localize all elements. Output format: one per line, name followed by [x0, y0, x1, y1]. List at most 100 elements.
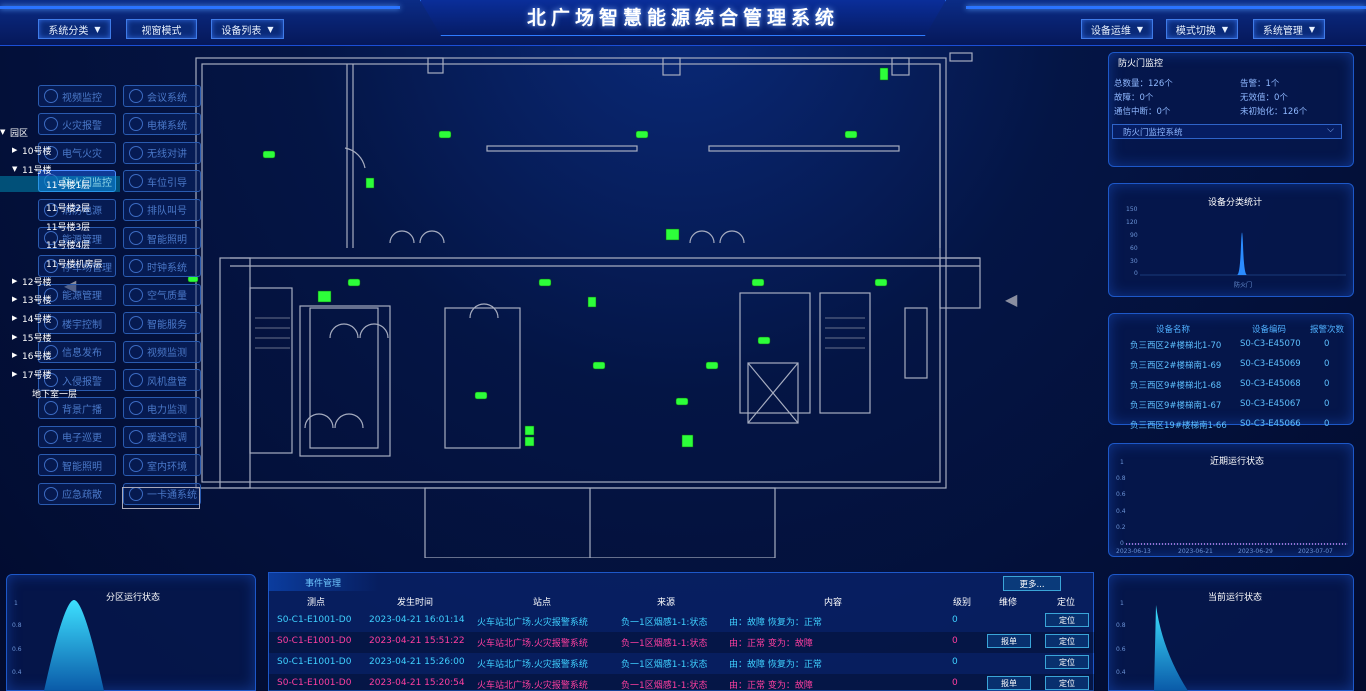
chevron-down-icon: ▼ — [267, 24, 274, 34]
tree-node[interactable]: ▶ 17号楼 — [0, 366, 51, 382]
expand-arrow-icon[interactable]: ▼ — [12, 165, 22, 173]
tree-node[interactable]: 11号楼机房层 — [0, 255, 102, 271]
view-mode-button[interactable]: 视窗模式 — [126, 19, 197, 39]
menu-item[interactable]: 应急疏散 — [38, 482, 116, 505]
tree-node[interactable]: 11号楼3层 — [0, 218, 90, 234]
col-content: 内容 — [824, 598, 843, 608]
tree-node[interactable]: 11号楼2层 — [0, 199, 90, 215]
event-row[interactable]: S0-C1-E1001-D0 2023-04-21 15:51:22 火车站北广场.… — [269, 632, 1095, 653]
collapse-arrow-icon[interactable]: ▶ — [12, 333, 22, 341]
menu-item-label: 能源管理 — [62, 291, 102, 303]
collapse-arrow-icon[interactable]: ▶ — [12, 314, 22, 322]
menu-item[interactable]: 时钟系统 — [123, 255, 201, 278]
event-point: S0-C1-E1001-D0 — [277, 615, 352, 625]
event-row[interactable]: S0-C1-E1001-D0 2023-04-21 15:20:54 火车站北广场.… — [269, 674, 1095, 691]
event-site: 火车站北广场.火灾报警系统 — [477, 681, 588, 691]
more-button[interactable]: 更多... — [1003, 576, 1061, 591]
menu-item-icon — [44, 429, 58, 444]
collapse-arrow-icon[interactable]: ▶ — [12, 277, 22, 285]
tree-node[interactable]: 11号楼1层 — [0, 176, 120, 192]
locate-button[interactable]: 定位 — [1045, 655, 1089, 669]
floor-plan[interactable] — [120, 48, 990, 559]
device-list-label: 设备列表 — [221, 25, 262, 37]
tree-node[interactable]: ▶ 15号楼 — [0, 329, 51, 345]
menu-item-label: 智能照明 — [147, 234, 187, 246]
recent-ytick: 0.8 — [1116, 475, 1126, 482]
device-table-cell: 0 — [1324, 419, 1330, 429]
menu-item[interactable]: 电力监测 — [123, 397, 201, 420]
system-admin-dropdown[interactable]: 系统管理 ▼ — [1253, 19, 1325, 39]
tree-node[interactable]: ▶ 12号楼 — [0, 273, 51, 289]
device-table-cell: S0-C3-E45068 — [1240, 379, 1301, 389]
system-category-dropdown[interactable]: 系统分类 ▼ — [38, 19, 111, 39]
col-site: 站点 — [533, 598, 552, 608]
chevron-down-icon: ▼ — [1221, 24, 1229, 34]
expand-arrow-icon[interactable]: ▼ — [0, 128, 10, 136]
stats-ytick: 30 — [1130, 258, 1138, 265]
menu-item-icon — [44, 89, 58, 103]
menu-item-label: 楼宇控制 — [62, 319, 102, 331]
system-select[interactable]: 防火门监控系统 ⌵ — [1112, 124, 1342, 139]
next-floor-arrow-icon[interactable]: ◀ — [1005, 290, 1017, 309]
event-source: 负一1区烟感1-1:状态 — [621, 681, 708, 691]
menu-item[interactable]: 暖通空调 — [123, 425, 201, 448]
event-row[interactable]: S0-C1-E1001-D0 2023-04-21 15:26:00 火车站北广场.… — [269, 653, 1095, 674]
tree-node-label: 14号楼 — [22, 314, 52, 325]
tree-node[interactable]: ▼ 11号楼 — [0, 161, 51, 177]
menu-item[interactable]: 会议系统 — [123, 85, 201, 107]
tree-node-label: 11号楼 — [22, 165, 52, 176]
tab-event-management[interactable]: 事件管理 — [269, 573, 379, 591]
menu-item[interactable]: 电子巡更 — [38, 425, 116, 448]
event-level: 0 — [952, 657, 958, 667]
menu-item[interactable]: 空气质量 — [123, 283, 201, 306]
menu-item[interactable]: 风机盘管 — [123, 369, 201, 391]
menu-item[interactable]: 室内环境 — [123, 454, 201, 477]
event-level: 0 — [952, 636, 958, 646]
collapse-arrow-icon[interactable]: ▶ — [12, 146, 22, 154]
tree-node[interactable]: ▶ 14号楼 — [0, 310, 51, 326]
menu-item[interactable]: 智能服务 — [123, 312, 201, 335]
repair-order-button[interactable]: 报单 — [987, 634, 1031, 648]
collapse-arrow-icon[interactable]: ▶ — [12, 351, 22, 359]
tree-node[interactable]: ▶ 13号楼 — [0, 291, 51, 307]
menu-item[interactable]: 电梯系统 — [123, 113, 201, 136]
event-source: 负一1区烟感1-1:状态 — [621, 618, 708, 628]
repair-order-button[interactable]: 报单 — [987, 676, 1031, 690]
menu-item-label: 电力监测 — [147, 404, 187, 416]
tree-node-label: 15号楼 — [22, 333, 52, 344]
menu-item[interactable]: 视频监测 — [123, 340, 201, 363]
menu-item-label: 智能照明 — [62, 461, 102, 473]
tree-node[interactable]: 11号楼4层 — [0, 236, 90, 252]
menu-item-icon — [129, 316, 143, 331]
recent-status-chart — [1126, 543, 1348, 545]
menu-item[interactable]: 视频监控 — [38, 85, 116, 107]
tree-node[interactable]: ▼ 园区 — [0, 124, 28, 140]
locate-button[interactable]: 定位 — [1045, 613, 1089, 627]
zone-ytick: 1 — [14, 600, 18, 607]
device-table-cell: S0-C3-E45070 — [1240, 339, 1301, 349]
menu-item[interactable]: 火灾报警 — [38, 113, 116, 136]
collapse-arrow-icon[interactable]: ▶ — [12, 370, 22, 378]
device-ops-dropdown[interactable]: 设备运维 ▼ — [1081, 19, 1153, 39]
locate-button[interactable]: 定位 — [1045, 634, 1089, 648]
mode-switch-label: 模式切换 — [1175, 25, 1216, 37]
tree-node[interactable]: 地下室一层 — [0, 385, 77, 401]
locate-button[interactable]: 定位 — [1045, 676, 1089, 690]
stats-ytick: 90 — [1130, 232, 1138, 239]
event-row[interactable]: S0-C1-E1001-D0 2023-04-21 16:01:14 火车站北广场.… — [269, 611, 1095, 632]
col-repair: 维修 — [999, 598, 1018, 608]
tree-node[interactable]: ▶ 10号楼 — [0, 142, 51, 158]
device-table-cell: S0-C3-E45069 — [1240, 359, 1301, 369]
menu-item-label: 电子巡更 — [62, 433, 102, 445]
menu-item[interactable]: 智能照明 — [38, 454, 116, 477]
collapse-arrow-icon[interactable]: ▶ — [12, 295, 22, 303]
menu-item[interactable]: 智能照明 — [123, 227, 201, 249]
device-table-cell: 负三西区9#楼梯北1-68 — [1130, 381, 1222, 391]
tree-node[interactable]: ▶ 16号楼 — [0, 347, 51, 363]
menu-item[interactable]: 无线对讲 — [123, 141, 201, 164]
menu-item[interactable]: 排队叫号 — [123, 198, 201, 221]
menu-item[interactable]: 车位引导 — [123, 170, 201, 193]
device-list-dropdown[interactable]: 设备列表 ▼ — [211, 19, 284, 39]
event-content: 由：故障 恢复为：正常 — [729, 618, 822, 628]
mode-switch-dropdown[interactable]: 模式切换 ▼ — [1166, 19, 1238, 39]
